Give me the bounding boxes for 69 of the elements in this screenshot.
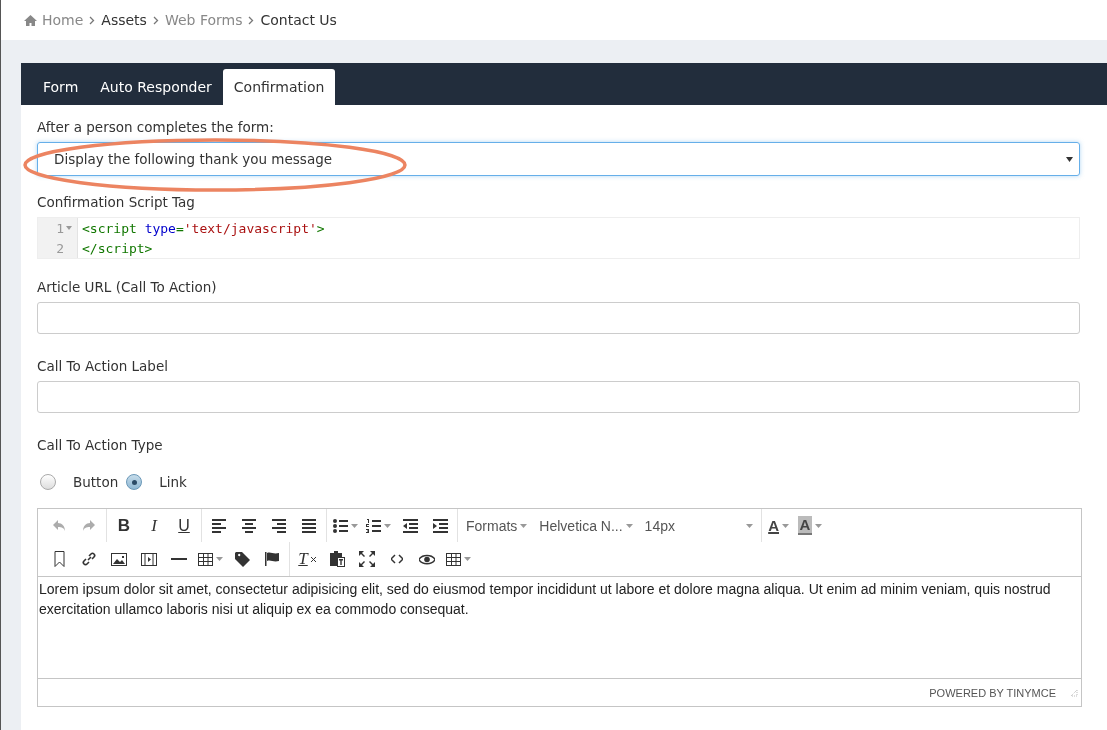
code-editor[interactable]: 1 <script type='text/javascript'> 2 </script> <box>37 217 1080 259</box>
chevron-icon <box>152 15 159 25</box>
breadcrumb-item: Contact Us <box>260 12 337 28</box>
code-line: </script> <box>81 240 153 256</box>
field-label: Call To Action Type <box>37 437 163 453</box>
align-center-icon <box>242 518 256 533</box>
code-line: <script type='text/javascript'> <box>81 220 325 236</box>
editor-content[interactable]: Lorem ipsum dolor sit amet, consectetur adipisicing elit, sed do eiusmod tempor incididunt ut labore et dolore magna aliqua. Ut enim ad minim veniam, quis nostrud exercitation ullamco laboris nisi ut aliquip ex ea commodo consequat. <box>38 577 1081 679</box>
completion-select[interactable]: Display the following thank you message <box>37 142 1080 176</box>
font-dropdown[interactable]: Helvetica N... <box>533 511 639 540</box>
tab[interactable]: Confirmation <box>222 69 336 105</box>
line-number: 2 <box>56 240 64 256</box>
tag-icon <box>234 551 250 567</box>
text-field[interactable] <box>37 302 1080 334</box>
code-icon <box>391 554 403 564</box>
field-label: Call To Action Label <box>37 358 168 374</box>
indent-icon <box>432 518 448 533</box>
horizontal-line-icon <box>171 558 187 560</box>
x-icon <box>310 556 316 562</box>
flag-icon <box>265 552 279 566</box>
branding-text: POWERED BY TINYMCE <box>929 686 1056 699</box>
fullscreen-icon <box>359 551 375 567</box>
bullet-list-icon <box>333 518 348 533</box>
text-color-button[interactable]: A <box>763 511 794 540</box>
tab[interactable]: Auto Responder <box>89 69 223 105</box>
clear-format-button[interactable]: T <box>292 545 322 573</box>
caret-icon <box>625 523 633 528</box>
align-right-icon <box>272 518 286 533</box>
bold-button[interactable]: B <box>109 511 139 540</box>
chevron-icon <box>89 15 96 25</box>
caret-icon <box>1066 156 1073 162</box>
tab[interactable]: Form <box>32 69 90 105</box>
radio-label: Link <box>159 474 187 490</box>
text-field[interactable] <box>37 381 1080 413</box>
font-dropdown[interactable]: 14px <box>638 511 759 540</box>
redo-icon <box>82 520 96 531</box>
underline-button[interactable]: U <box>169 511 199 540</box>
highlight-color-button[interactable]: A <box>793 511 827 540</box>
field-label: After a person completes the form: <box>37 119 274 135</box>
align-left-icon <box>212 518 226 533</box>
image-icon <box>111 552 127 566</box>
caret-icon <box>745 523 753 528</box>
breadcrumb-link[interactable]: Web Forms <box>164 12 243 28</box>
radio-button[interactable] <box>40 474 56 490</box>
eye-icon <box>419 553 435 565</box>
field-label: Article URL (Call To Action) <box>37 279 217 295</box>
chevron-icon <box>248 15 255 25</box>
link-icon <box>81 551 97 567</box>
caret-icon <box>520 523 528 528</box>
house-icon <box>24 14 37 26</box>
clipboard-icon <box>329 551 345 567</box>
italic-button[interactable]: I <box>139 511 169 540</box>
line-number: 1 <box>56 220 64 236</box>
undo-icon <box>52 520 66 531</box>
film-icon <box>141 552 157 566</box>
fold-caret-icon <box>66 226 72 230</box>
outdent-icon <box>402 518 418 533</box>
radio-button[interactable] <box>126 474 143 490</box>
justify-icon <box>302 518 316 533</box>
bookmark-icon <box>53 551 65 567</box>
breadcrumb-item: Assets <box>101 12 147 28</box>
table-icon <box>198 552 213 566</box>
resize-grip-icon <box>1070 688 1078 697</box>
font-dropdown[interactable]: Formats <box>460 511 534 540</box>
field-label: Confirmation Script Tag <box>37 194 195 210</box>
numbered-list-icon <box>366 518 381 533</box>
home-link[interactable]: Home <box>24 12 84 28</box>
radio-label: Button <box>73 474 119 490</box>
table-icon <box>446 552 461 566</box>
